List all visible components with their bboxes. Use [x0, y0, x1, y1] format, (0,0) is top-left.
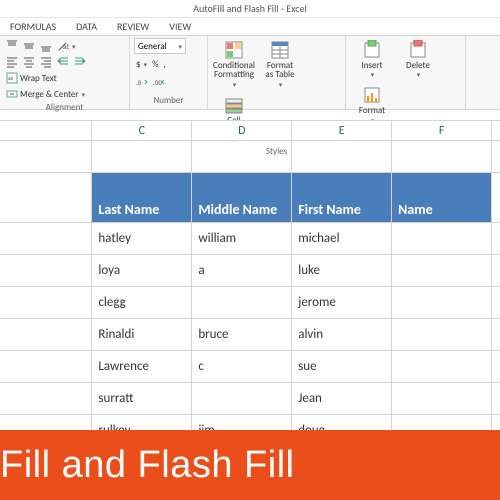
- table-header-firstname[interactable]: First Name: [292, 173, 392, 223]
- wrap-text-button[interactable]: abWrap Text: [4, 70, 88, 86]
- group-alignment-label: Alignment: [4, 102, 125, 114]
- comma-format-button[interactable]: ,: [162, 56, 168, 72]
- tab-formulas[interactable]: FORMULAS: [0, 18, 66, 35]
- table-header-middlename[interactable]: Middle Name: [192, 173, 292, 223]
- svg-text:.00: .00: [153, 78, 162, 87]
- svg-text:ab: ab: [63, 42, 69, 51]
- table-header-lastname[interactable]: Last Name: [92, 173, 192, 223]
- table-row[interactable]: loyaaluke: [0, 255, 500, 287]
- table-row[interactable]: Lawrencecsue: [0, 351, 500, 383]
- svg-text:ab: ab: [8, 76, 13, 82]
- column-header-d[interactable]: D: [192, 121, 292, 141]
- column-header-g[interactable]: G: [492, 121, 500, 141]
- align-left-button[interactable]: [4, 54, 20, 70]
- align-top-button[interactable]: [4, 38, 20, 54]
- tab-review[interactable]: REVIEW: [107, 18, 159, 35]
- column-header-c[interactable]: C: [92, 121, 192, 141]
- table-row[interactable]: surrattJean: [0, 383, 500, 415]
- align-middle-button[interactable]: [21, 38, 37, 54]
- accounting-format-button[interactable]: $: [134, 56, 149, 72]
- number-format-select[interactable]: General: [134, 38, 186, 54]
- decrease-indent-button[interactable]: [55, 54, 71, 70]
- ribbon: ab abWrap Text Merge & Center Alignment …: [0, 36, 500, 110]
- conditional-formatting-button[interactable]: Conditional Formatting: [212, 38, 256, 91]
- decrease-decimal-button[interactable]: .00: [151, 74, 167, 90]
- insert-cells-button[interactable]: Insert: [350, 38, 394, 81]
- merge-center-button[interactable]: Merge & Center: [4, 86, 88, 102]
- orientation-button[interactable]: ab: [55, 38, 78, 54]
- tab-view[interactable]: VIEW: [159, 18, 201, 35]
- video-title-overlay: Fill and Flash Fill: [0, 430, 500, 500]
- column-header-f[interactable]: F: [392, 121, 492, 141]
- tab-data[interactable]: DATA: [66, 18, 107, 35]
- percent-format-button[interactable]: %: [150, 56, 160, 72]
- align-right-button[interactable]: [38, 54, 54, 70]
- delete-cells-button[interactable]: Delete: [396, 38, 440, 81]
- increase-decimal-button[interactable]: .0: [134, 74, 150, 90]
- increase-indent-button[interactable]: [72, 54, 88, 70]
- align-center-button[interactable]: [21, 54, 37, 70]
- table-row[interactable]: cleggjerome: [0, 287, 500, 319]
- table-row[interactable]: hatleywilliammichael: [0, 223, 500, 255]
- column-header-e[interactable]: E: [292, 121, 392, 141]
- group-number-label: Number: [134, 95, 203, 107]
- window-titlebar: AutoFill and Flash Fill - Excel: [0, 0, 500, 18]
- format-as-table-button[interactable]: Format as Table: [258, 38, 302, 91]
- table-row[interactable]: Rinaldibrucealvin: [0, 319, 500, 351]
- worksheet-grid[interactable]: C D E F G Last Name Middle Name First Na…: [0, 120, 500, 447]
- ribbon-tab-strip: FORMULAS DATA REVIEW VIEW: [0, 18, 500, 36]
- svg-text:.0: .0: [136, 78, 142, 87]
- align-bottom-button[interactable]: [38, 38, 54, 54]
- table-header-name[interactable]: Name: [392, 173, 492, 223]
